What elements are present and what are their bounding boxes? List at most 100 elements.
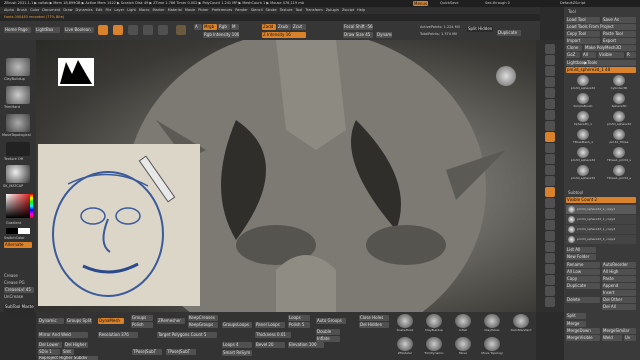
tool-thumb-5[interactable]: pm3d_sphere3d <box>602 111 636 127</box>
viewport-tool-icon-8[interactable] <box>545 132 555 142</box>
copy-button[interactable]: Copy <box>566 276 600 282</box>
all-high-button[interactable]: All High <box>602 269 636 275</box>
hue-strip[interactable] <box>30 194 33 218</box>
texture-thumb[interactable] <box>6 142 30 156</box>
zremesher-button[interactable]: ZRemesher <box>157 318 185 324</box>
z-intensity-slider[interactable]: Z Intensity 16 <box>262 32 306 38</box>
menu-tool[interactable]: Tool <box>296 7 303 14</box>
viewport-tool-icon-1[interactable] <box>545 55 555 65</box>
menus-button[interactable]: Menus <box>413 1 429 6</box>
m-button[interactable]: M <box>231 24 239 30</box>
rgb-button[interactable]: Rgb <box>218 24 230 30</box>
subtool-item[interactable]: pm3d_sphere3d_1_copy2 <box>566 215 636 224</box>
merge-button[interactable]: Merge <box>566 321 586 327</box>
tool-thumb-9[interactable]: TPose1_pm3d_s <box>602 147 636 163</box>
brush-shortcut-5[interactable]: ZModeler <box>391 337 419 359</box>
menu-stencil[interactable]: Stencil <box>251 7 263 14</box>
viewport-tool-icon-23[interactable] <box>545 297 555 307</box>
menu-movie[interactable]: Movie <box>185 7 195 14</box>
tool-thumb-10[interactable]: pm3d_sphere3d <box>566 165 600 181</box>
secondary-color-swatch[interactable] <box>18 228 30 234</box>
insert-button[interactable]: Insert <box>602 290 636 296</box>
smt-button[interactable]: Smt <box>62 349 74 355</box>
matcap-thumb[interactable] <box>6 165 30 183</box>
brush-trimhard-thumb[interactable] <box>6 86 30 104</box>
split-button[interactable]: Split <box>566 313 586 319</box>
scale-button[interactable] <box>143 25 153 35</box>
r-button[interactable]: R <box>626 52 636 58</box>
menu-document[interactable]: Document <box>42 7 60 14</box>
subtool-item[interactable]: pm3d_sphere3d_1_copy4 <box>566 235 636 244</box>
brush-shortcut-0[interactable]: SnakeHook <box>391 314 419 336</box>
lightbox-button[interactable]: LightBox <box>35 27 60 33</box>
viewport-tool-icon-2[interactable] <box>545 66 555 76</box>
clone-button[interactable]: Clone <box>566 45 582 51</box>
draw-button[interactable] <box>113 25 123 35</box>
zsub-button[interactable]: Zsub <box>277 24 291 30</box>
del-hidden-button[interactable]: Del Hidden <box>359 322 389 328</box>
paste-button[interactable]: Paste <box>602 276 636 282</box>
target-polygons-slider[interactable]: Target Polygons Count 5 <box>157 332 217 338</box>
split-hidden-button[interactable]: Split Hidden <box>467 26 493 32</box>
brush-shortcut-4[interactable]: DamStandard <box>507 314 535 336</box>
tool-thumb-0[interactable]: pm3d_sphere3d <box>566 75 600 91</box>
viewport-tool-icon-6[interactable] <box>545 110 555 120</box>
subtool-item[interactable]: pm3d_sphere3d_1_copy3 <box>566 225 636 234</box>
close-holes-button[interactable]: Close Holes <box>359 315 389 321</box>
edit-button[interactable] <box>98 25 108 35</box>
double-button[interactable]: Double <box>316 329 340 335</box>
import-button[interactable]: Import <box>566 38 600 44</box>
del-lower-button[interactable]: Del Lower <box>38 342 62 348</box>
subtool-master-button[interactable]: SubTool Master <box>4 304 34 314</box>
reproject-button[interactable]: Reproject Higher Subdiv <box>38 356 98 360</box>
viewport-tool-icon-10[interactable] <box>545 154 555 164</box>
uncrease-button[interactable]: UnCrease <box>4 294 23 299</box>
sdiv-slider[interactable]: SDiv 1 <box>38 349 60 355</box>
menu-zscript[interactable]: Zscript <box>342 7 354 14</box>
menu-macro[interactable]: Macro <box>139 7 150 14</box>
bevel-slider[interactable]: Bevel 20 <box>255 342 285 348</box>
auto-groups-button[interactable]: Auto Groups <box>316 318 346 324</box>
export-button[interactable]: Export <box>602 38 636 44</box>
main-color-swatch[interactable] <box>6 228 18 234</box>
tool-thumb-2[interactable]: SimpleBrush <box>566 93 600 109</box>
tool-thumb-8[interactable]: pm3d_sphere3d <box>566 147 600 163</box>
quicksave-button[interactable]: QuickSave <box>440 1 459 5</box>
viewport-tool-icon-3[interactable] <box>545 77 555 87</box>
rename-button[interactable]: Rename <box>566 262 600 268</box>
loops-slider[interactable]: Loops 4 <box>222 342 252 348</box>
move-button[interactable] <box>128 25 138 35</box>
viewport-tool-icon-4[interactable] <box>545 88 555 98</box>
draw-size-slider[interactable]: Draw Size 45 <box>343 32 373 38</box>
brush-shortcut-2[interactable]: Inflat <box>449 314 477 336</box>
canvas-viewport[interactable] <box>36 40 536 312</box>
polish-slider[interactable]: Polish 5 <box>288 322 310 328</box>
viewport-tool-icon-9[interactable] <box>545 143 555 153</box>
viewport-tool-icon-18[interactable] <box>545 242 555 252</box>
crease-button[interactable]: Crease <box>4 273 18 278</box>
panel-loops-button[interactable]: Panel Loops <box>255 322 285 328</box>
weld-button[interactable]: Weld <box>602 335 622 341</box>
viewport-tool-icon-0[interactable] <box>545 44 555 54</box>
delete-button[interactable]: Delete <box>566 297 600 303</box>
duplicate-button[interactable]: Duplicate <box>497 30 521 36</box>
resolution-slider[interactable]: Resolution 376 <box>98 332 138 338</box>
menu-texture[interactable]: Texture <box>280 7 293 14</box>
groups-loops-button[interactable]: GroupsLoops <box>222 322 252 328</box>
live-boolean-button[interactable]: Live Boolean <box>64 27 94 33</box>
mrgb-button[interactable]: Mrgb <box>203 24 217 30</box>
rgb-intensity-slider[interactable]: Rgb Intensity 100 <box>203 32 239 38</box>
brush-shortcut-8[interactable]: Move Topologi <box>478 337 506 359</box>
menu-material[interactable]: Material <box>168 7 182 14</box>
dynamic-toggle[interactable]: Dynamic <box>38 318 64 324</box>
material-button[interactable] <box>176 25 186 35</box>
viewport-tool-icon-17[interactable] <box>545 231 555 241</box>
load-from-project-button[interactable]: Load Tools From Project <box>566 24 636 30</box>
del-all-button[interactable]: Del All <box>602 304 636 310</box>
zcut-button[interactable]: Zcut <box>292 24 306 30</box>
load-tool-button[interactable]: Load Tool <box>566 17 600 23</box>
menu-stroke[interactable]: Stroke <box>266 7 277 14</box>
list-all-button[interactable]: List All <box>566 247 596 253</box>
menu-picker[interactable]: Picker <box>198 7 208 14</box>
viewport-tool-icon-22[interactable] <box>545 286 555 296</box>
